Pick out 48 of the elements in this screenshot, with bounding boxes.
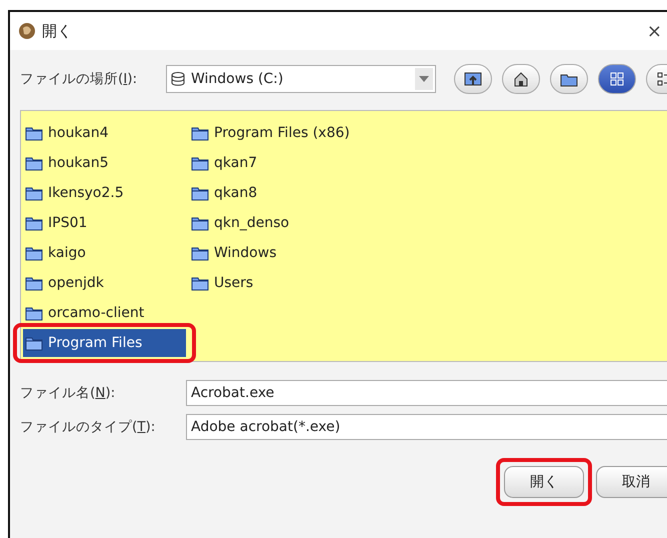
folder-item[interactable]: kaigo (23, 239, 86, 267)
list-view-icon (609, 71, 625, 87)
location-dropdown[interactable]: Windows (C:) (166, 65, 436, 93)
folder-icon (25, 246, 43, 260)
folder-icon (191, 186, 209, 200)
folder-item[interactable]: Ikensyo2.5 (23, 179, 124, 207)
toolbar-button[interactable] (502, 64, 540, 94)
home-icon (513, 71, 529, 87)
toolbar-button[interactable] (550, 64, 588, 94)
folder-icon (25, 186, 43, 200)
folder-icon (560, 72, 578, 86)
folder-icon (25, 306, 43, 320)
dialog-button[interactable]: 取消 (596, 466, 667, 498)
folder-icon (191, 276, 209, 290)
folder-item[interactable]: houkan5 (23, 149, 109, 177)
close-button[interactable]: × (646, 20, 662, 42)
file-type-label: ファイルのタイプ(T): (20, 418, 156, 436)
drive-icon (171, 71, 185, 87)
folder-icon (25, 216, 43, 230)
folder-item[interactable]: Users (189, 269, 254, 297)
folder-item[interactable]: qkn_denso (189, 209, 290, 237)
folder-icon (25, 336, 43, 350)
folder-icon (191, 126, 209, 140)
location-label: ファイルの場所(I): (20, 70, 138, 88)
folder-item[interactable]: Program Files (23, 329, 186, 357)
folder-item[interactable]: openjdk (23, 269, 104, 297)
folder-icon (25, 276, 43, 290)
file-name-field[interactable]: Acrobat.exe (186, 380, 667, 406)
folder-icon (191, 216, 209, 230)
folder-item[interactable]: qkan7 (189, 149, 258, 177)
folder-icon (191, 246, 209, 260)
file-name-label: ファイル名(N): (20, 384, 116, 402)
folder-item[interactable]: houkan4 (23, 119, 109, 147)
app-icon (18, 22, 36, 40)
window-title: 開く (42, 22, 73, 40)
folder-item[interactable]: Windows (189, 239, 276, 267)
folder-item[interactable]: qkan8 (189, 179, 258, 207)
folder-item[interactable]: Program Files (x86) (189, 119, 350, 147)
folder-item[interactable]: orcamo-client (23, 299, 144, 327)
folder-icon (25, 126, 43, 140)
file-type-dropdown[interactable]: Adobe acrobat(*.exe) (186, 414, 667, 440)
folder-icon (25, 156, 43, 170)
folder-item[interactable]: IPS01 (23, 209, 88, 237)
dialog-button[interactable]: 開く (504, 466, 584, 498)
folder-icon (191, 156, 209, 170)
folder-up-icon (464, 71, 482, 87)
toolbar-button[interactable] (598, 64, 636, 94)
toolbar-button[interactable] (454, 64, 492, 94)
